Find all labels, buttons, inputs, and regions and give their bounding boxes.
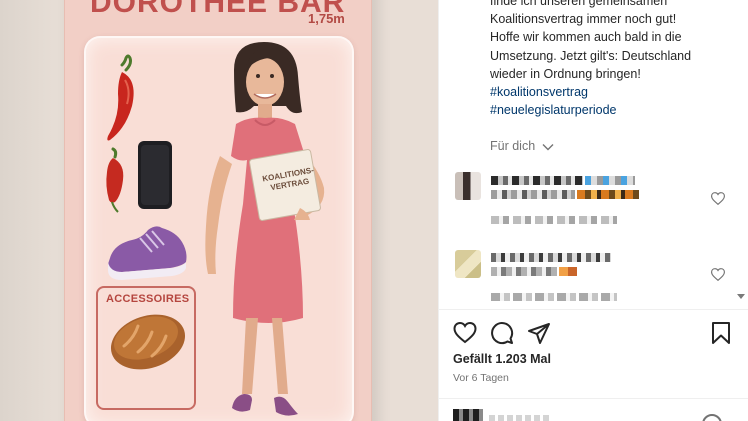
pixelated-comment-meta xyxy=(491,293,617,301)
translate-label: Für dich xyxy=(490,139,536,153)
pixelated-avatar xyxy=(453,409,483,421)
pixelated-comment-text xyxy=(491,190,575,199)
post-details-panel: finde ich unseren gemeinsamen Koalitions… xyxy=(438,0,748,421)
scroll-down-arrow-icon[interactable] xyxy=(737,294,745,299)
caption-line: wieder in Ordnung bringen! xyxy=(490,66,641,81)
likes-count[interactable]: Gefällt 1.203 Mal xyxy=(453,352,551,366)
chevron-down-icon xyxy=(542,143,554,151)
pixelated-comment-text xyxy=(585,176,635,185)
smartphone-icon xyxy=(138,141,172,209)
accessories-illustration xyxy=(106,42,325,416)
caption-line: finde ich unseren gemeinsamen xyxy=(490,0,668,8)
pixelated-emoji xyxy=(559,267,577,276)
add-comment-row[interactable] xyxy=(439,398,748,421)
heart-outline-icon[interactable] xyxy=(711,192,725,205)
accessories-label: ACCESSOIRES xyxy=(106,293,190,305)
pixelated-comment-meta xyxy=(491,216,617,224)
section-divider xyxy=(439,309,748,310)
comment-bubble-icon[interactable] xyxy=(490,321,514,345)
paper-plane-icon[interactable] xyxy=(527,321,551,345)
bookmark-icon[interactable] xyxy=(709,321,733,345)
figure-person-illustration xyxy=(205,42,325,416)
caption-line: Umsetzung. Jetzt gilt's: Deutschland xyxy=(490,48,692,63)
comment-item xyxy=(455,250,735,312)
sneaker-icon xyxy=(108,226,187,280)
caption-line: Koalitionsvertrag immer noch gut! xyxy=(490,12,677,27)
post-timestamp[interactable]: Vor 6 Tagen xyxy=(453,372,509,384)
heart-outline-icon[interactable] xyxy=(711,268,725,281)
hashtag-link[interactable]: #koalitionsvertrag xyxy=(490,83,730,101)
small-chili-pepper-icon xyxy=(106,147,124,213)
emoji-icon[interactable] xyxy=(702,414,722,421)
post-caption: finde ich unseren gemeinsamen Koalitions… xyxy=(490,0,730,119)
comment-item xyxy=(455,172,735,234)
pixelated-text xyxy=(489,415,549,421)
pixelated-emoji xyxy=(577,190,639,199)
pixelated-comment-text xyxy=(491,253,611,262)
chili-pepper-icon xyxy=(107,54,134,141)
hashtag-link[interactable]: #neuelegislaturperiode xyxy=(490,101,730,119)
pixelated-comment-text xyxy=(491,176,583,185)
see-translation-toggle[interactable]: Für dich xyxy=(490,139,554,153)
post-image[interactable]: DOROTHEE BÄR 1,75m KOALITIONS-VERTRAG AC… xyxy=(0,0,438,421)
heart-icon[interactable] xyxy=(453,321,477,345)
caption-line: Hoffe wir kommen auch bald in die xyxy=(490,30,682,45)
pixelated-comment-text xyxy=(491,267,557,276)
commenter-avatar[interactable] xyxy=(455,250,481,278)
commenter-avatar[interactable] xyxy=(455,172,481,200)
